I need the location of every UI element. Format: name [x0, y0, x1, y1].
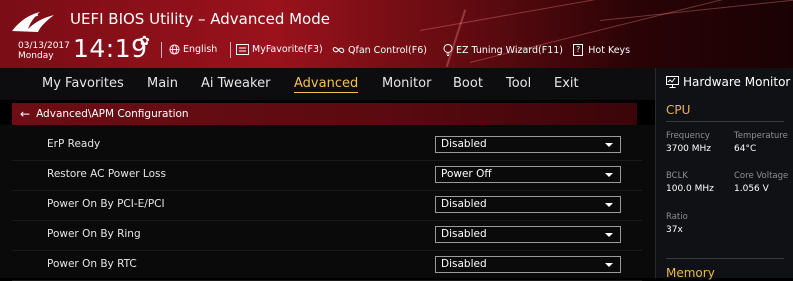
erp-ready-dropdown[interactable]: Disabled: [435, 136, 621, 153]
frequency-value: 3700 MHz: [666, 144, 712, 154]
setting-row-erp-ready: ErP Ready Disabled: [12, 130, 642, 161]
breadcrumb[interactable]: ← Advanced\APM Configuration: [12, 103, 637, 125]
setting-row-power-on-by-ring: Power On By Ring Disabled: [12, 220, 642, 251]
date-display: 03/13/2017 Monday: [18, 41, 70, 61]
rog-logo: [12, 12, 54, 32]
caret-down-icon: [605, 233, 613, 237]
settings-panel: ErP Ready Disabled Restore AC Power Loss…: [0, 125, 655, 281]
cpu-section-title: CPU: [666, 103, 691, 117]
hot-keys-label: Hot Keys: [588, 44, 631, 56]
tab-ai-tweaker[interactable]: Ai Tweaker: [201, 76, 270, 91]
qfan-control-button[interactable]: Qfan Control(F6): [332, 44, 427, 56]
day-text: Monday: [18, 51, 54, 61]
hotkey-icon: ?: [573, 44, 584, 56]
title-bar: UEFI BIOS Utility – Advanced Mode 03/13/…: [0, 0, 793, 68]
hot-keys-button[interactable]: ? Hot Keys: [573, 44, 630, 56]
gear-icon[interactable]: ✿: [139, 34, 150, 49]
core-voltage-label: Core Voltage: [734, 171, 789, 181]
favorite-list-icon: [236, 44, 249, 55]
setting-label: Power On By Ring: [47, 228, 141, 240]
setting-label: ErP Ready: [47, 138, 101, 150]
dropdown-value: Disabled: [441, 258, 487, 270]
setting-row-restore-ac-power-loss: Restore AC Power Loss Power Off: [12, 160, 642, 191]
caret-down-icon: [605, 173, 613, 177]
temperature-value: 64°C: [734, 144, 757, 154]
power-on-by-ring-dropdown[interactable]: Disabled: [435, 226, 621, 243]
bclk-label: BCLK: [666, 171, 688, 181]
tab-exit[interactable]: Exit: [554, 76, 579, 91]
frequency-label: Frequency: [666, 131, 710, 141]
power-on-by-rtc-dropdown[interactable]: Disabled: [435, 256, 621, 273]
dropdown-value: Disabled: [441, 138, 487, 150]
ez-tuning-wizard-button[interactable]: EZ Tuning Wizard(F11): [443, 44, 563, 56]
hardware-monitor-panel: Hardware Monitor CPU Frequency Temperatu…: [655, 68, 793, 280]
power-on-by-pcie-dropdown[interactable]: Disabled: [435, 196, 621, 213]
fan-icon: [332, 47, 345, 53]
tab-my-favorites[interactable]: My Favorites: [42, 76, 124, 91]
tab-main[interactable]: Main: [147, 76, 178, 91]
language-label: English: [183, 44, 218, 55]
language-button[interactable]: English: [169, 44, 217, 55]
setting-label: Restore AC Power Loss: [47, 168, 166, 180]
window-title: UEFI BIOS Utility – Advanced Mode: [70, 10, 330, 28]
qfan-control-label: Qfan Control(F6): [348, 44, 427, 56]
hardware-monitor-label: Hardware Monitor: [683, 75, 791, 89]
bclk-value: 100.0 MHz: [666, 184, 714, 194]
restore-ac-power-loss-dropdown[interactable]: Power Off: [435, 166, 621, 183]
tab-boot[interactable]: Boot: [453, 76, 483, 91]
globe-icon: [169, 44, 180, 55]
monitor-icon: [666, 76, 679, 88]
tab-monitor[interactable]: Monitor: [382, 76, 431, 91]
main-tab-bar: My Favorites Main Ai Tweaker Advanced Mo…: [0, 68, 655, 100]
header-divider: [230, 42, 231, 58]
myfavorite-button[interactable]: MyFavorite(F3): [236, 44, 323, 55]
back-arrow-icon[interactable]: ←: [20, 107, 30, 121]
dropdown-value: Disabled: [441, 198, 487, 210]
setting-row-power-on-by-pcie: Power On By PCI-E/PCI Disabled: [12, 190, 642, 221]
tab-tool[interactable]: Tool: [506, 76, 531, 91]
dropdown-value: Power Off: [441, 168, 492, 180]
core-voltage-value: 1.056 V: [734, 184, 769, 194]
caret-down-icon: [605, 203, 613, 207]
setting-row-power-on-by-rtc: Power On By RTC Disabled: [12, 250, 642, 281]
myfavorite-label: MyFavorite(F3): [252, 44, 323, 55]
caret-down-icon: [605, 263, 613, 267]
setting-label: Power On By RTC: [47, 258, 137, 270]
setting-label: Power On By PCI-E/PCI: [47, 198, 165, 210]
date-text: 03/13/2017: [18, 41, 70, 51]
ratio-label: Ratio: [666, 212, 688, 222]
ratio-value: 37x: [666, 225, 683, 235]
section-divider: [666, 258, 784, 259]
dropdown-value: Disabled: [441, 228, 487, 240]
header-divider: [161, 42, 162, 58]
bulb-icon: [443, 44, 453, 56]
breadcrumb-path: Advanced\APM Configuration: [36, 108, 189, 120]
hardware-monitor-title: Hardware Monitor: [666, 75, 790, 89]
caret-down-icon: [605, 143, 613, 147]
clock: 14:19: [73, 34, 148, 63]
ez-tuning-wizard-label: EZ Tuning Wizard(F11): [456, 44, 564, 56]
section-divider: [666, 121, 784, 122]
temperature-label: Temperature: [734, 131, 788, 141]
tab-advanced[interactable]: Advanced: [294, 76, 359, 93]
